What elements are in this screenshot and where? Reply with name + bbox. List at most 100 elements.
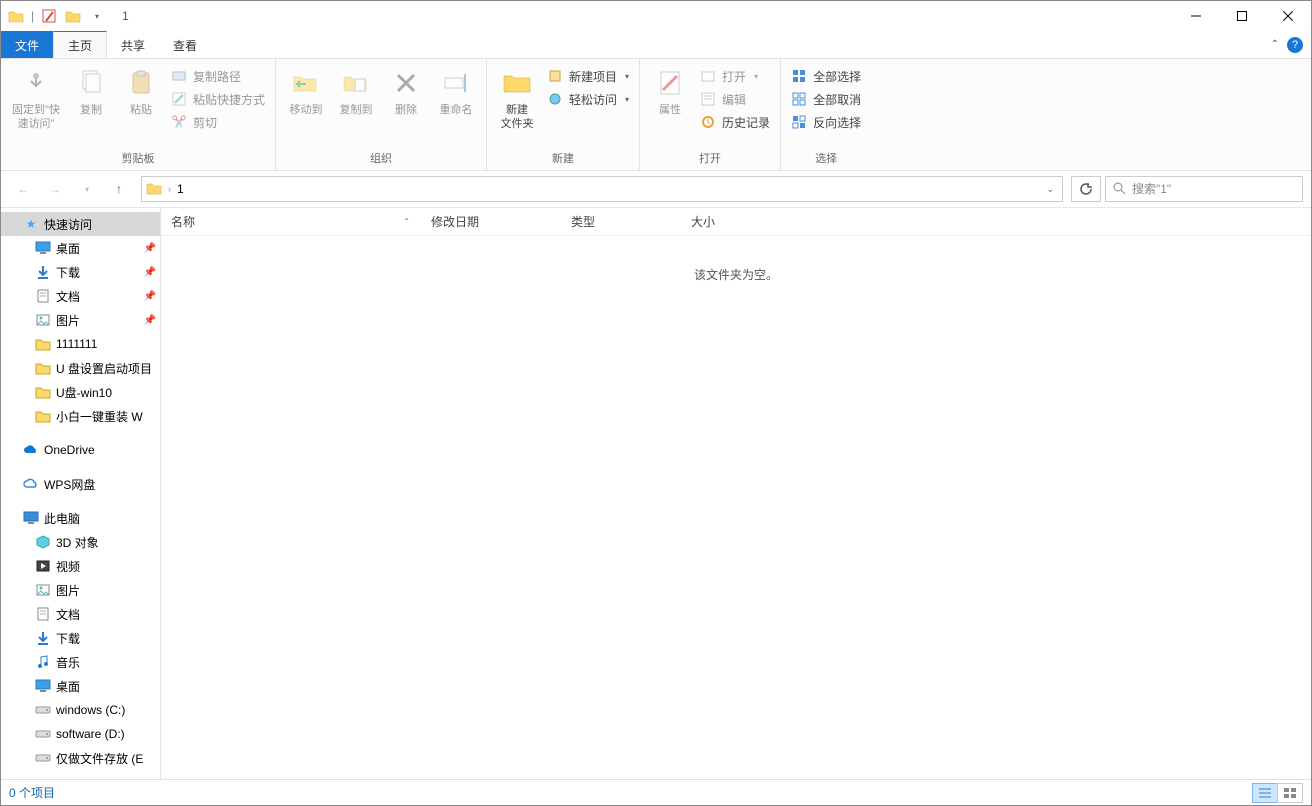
pin-icon: 📌 [144, 291, 156, 302]
tree-item[interactable]: windows (C:) [1, 698, 160, 722]
column-modified[interactable]: 修改日期 [421, 208, 561, 235]
tree-item[interactable]: 文档 [1, 602, 160, 626]
tab-share[interactable]: 共享 [107, 31, 159, 58]
move-to-button[interactable]: 移动到 [282, 61, 330, 117]
drive-icon [35, 702, 51, 718]
copy-path-button[interactable]: 复制路径 [167, 65, 269, 87]
details-view-button[interactable] [1252, 783, 1278, 803]
minimize-button[interactable] [1173, 1, 1219, 31]
properties-button[interactable]: 属性 [646, 61, 694, 117]
maximize-button[interactable] [1219, 1, 1265, 31]
tree-item-label: 下载 [56, 264, 80, 281]
video-icon [35, 558, 51, 574]
close-button[interactable] [1265, 1, 1311, 31]
rename-button[interactable]: 重命名 [432, 61, 480, 117]
tree-item[interactable]: 图片📌 [1, 308, 160, 332]
tree-item-label: 小白一键重装 W [56, 408, 143, 425]
tree-item[interactable]: 3D 对象 [1, 530, 160, 554]
easy-access-button[interactable]: 轻松访问▾ [543, 88, 633, 110]
qat-newfolder-icon[interactable] [62, 5, 84, 27]
collapse-ribbon-icon[interactable]: ⌃ [1271, 39, 1279, 50]
tree-quick-access[interactable]: ★快速访问 [1, 212, 160, 236]
pin-icon: 📌 [144, 315, 156, 326]
tree-item[interactable]: 1111111 [1, 332, 160, 356]
recent-dropdown[interactable]: ▾ [73, 175, 101, 203]
pin-icon: 📌 [144, 267, 156, 278]
window-title: 1 [122, 9, 129, 23]
tree-item[interactable]: 文档 📌 [1, 284, 160, 308]
copy-button[interactable]: 复制 [67, 61, 115, 117]
document-icon [35, 288, 51, 304]
paste-shortcut-button[interactable]: 粘贴快捷方式 [167, 88, 269, 110]
tree-item[interactable]: 下载 📌 [1, 260, 160, 284]
folder-icon [35, 384, 51, 400]
forward-button[interactable]: → [41, 175, 69, 203]
tree-this-pc[interactable]: 此电脑 [1, 506, 160, 530]
ribbon-group-new: 新建 文件夹 新建项目▾ 轻松访问▾ 新建 [487, 59, 640, 170]
search-box[interactable] [1105, 176, 1303, 202]
columns-header: 名称⌃ 修改日期 类型 大小 [161, 208, 1311, 236]
qat-properties-icon[interactable] [38, 5, 60, 27]
history-button[interactable]: 历史记录 [696, 111, 774, 133]
column-size[interactable]: 大小 [681, 208, 781, 235]
tree-item[interactable]: 下载 [1, 626, 160, 650]
download-icon [35, 630, 51, 646]
column-name[interactable]: 名称⌃ [161, 208, 421, 235]
invert-selection-button[interactable]: 反向选择 [787, 111, 865, 133]
edit-button[interactable]: 编辑 [696, 88, 774, 110]
help-icon[interactable]: ? [1287, 37, 1303, 53]
tab-file[interactable]: 文件 [1, 31, 53, 58]
new-item-button[interactable]: 新建项目▾ [543, 65, 633, 87]
pc-icon [23, 510, 39, 526]
ribbon-group-label: 新建 [493, 148, 633, 170]
cut-button[interactable]: ✂️剪切 [167, 111, 269, 133]
picture-icon [35, 312, 51, 328]
select-none-button[interactable]: 全部取消 [787, 88, 865, 110]
breadcrumb-item[interactable]: 1 [175, 182, 186, 196]
tree-item[interactable]: U盘-win10 [1, 380, 160, 404]
pin-to-quick-access-button[interactable]: 固定到"快 速访问" [7, 61, 65, 131]
navigation-tree[interactable]: ★快速访问 桌面📌下载📌文档📌图片📌1111111U 盘设置启动项目U盘-win… [1, 208, 161, 779]
qat-folder-icon[interactable] [5, 5, 27, 27]
tree-wps[interactable]: WPS网盘 [1, 472, 160, 496]
cloud-icon [23, 476, 39, 492]
document-icon [35, 606, 51, 622]
tree-item[interactable]: 图片 [1, 578, 160, 602]
tree-item[interactable]: 小白一键重装 W [1, 404, 160, 428]
tree-item[interactable]: software (D:) [1, 722, 160, 746]
up-button[interactable]: ↑ [105, 175, 133, 203]
column-type[interactable]: 类型 [561, 208, 681, 235]
delete-button[interactable]: 删除 [382, 61, 430, 117]
paste-button[interactable]: 粘贴 [117, 61, 165, 117]
tree-item-label: 仅做文件存放 (E [56, 750, 143, 767]
tree-item-label: 文档 [56, 288, 80, 305]
back-button[interactable]: ← [9, 175, 37, 203]
breadcrumb-separator[interactable]: › [168, 184, 171, 194]
refresh-button[interactable] [1071, 176, 1101, 202]
tree-item[interactable]: U 盘设置启动项目 [1, 356, 160, 380]
search-input[interactable] [1132, 182, 1296, 196]
copy-to-button[interactable]: 复制到 [332, 61, 380, 117]
open-button[interactable]: 打开▾ [696, 65, 774, 87]
tree-item[interactable]: 音乐 [1, 650, 160, 674]
tree-item[interactable]: 桌面 [1, 674, 160, 698]
empty-folder-message: 该文件夹为空。 [161, 266, 1311, 283]
select-all-button[interactable]: 全部选择 [787, 65, 865, 87]
qat-dropdown-icon[interactable]: ▾ [86, 5, 108, 27]
qat-separator: | [29, 7, 36, 25]
chevron-down-icon: ▾ [754, 72, 758, 81]
tree-item[interactable]: 仅做文件存放 (E [1, 746, 160, 770]
tree-item-label: 桌面 [56, 240, 80, 257]
tab-view[interactable]: 查看 [159, 31, 211, 58]
address-bar[interactable]: › 1 ⌄ [141, 176, 1063, 202]
new-folder-button[interactable]: 新建 文件夹 [493, 61, 541, 131]
address-dropdown-icon[interactable]: ⌄ [1042, 184, 1058, 195]
folder-icon [35, 336, 51, 352]
ribbon-group-label: 剪贴板 [7, 148, 269, 170]
tree-onedrive[interactable]: OneDrive [1, 438, 160, 462]
desktop-icon [35, 240, 51, 256]
tab-home[interactable]: 主页 [53, 31, 107, 58]
tree-item[interactable]: 视频 [1, 554, 160, 578]
tree-item[interactable]: 桌面📌 [1, 236, 160, 260]
icons-view-button[interactable] [1277, 783, 1303, 803]
